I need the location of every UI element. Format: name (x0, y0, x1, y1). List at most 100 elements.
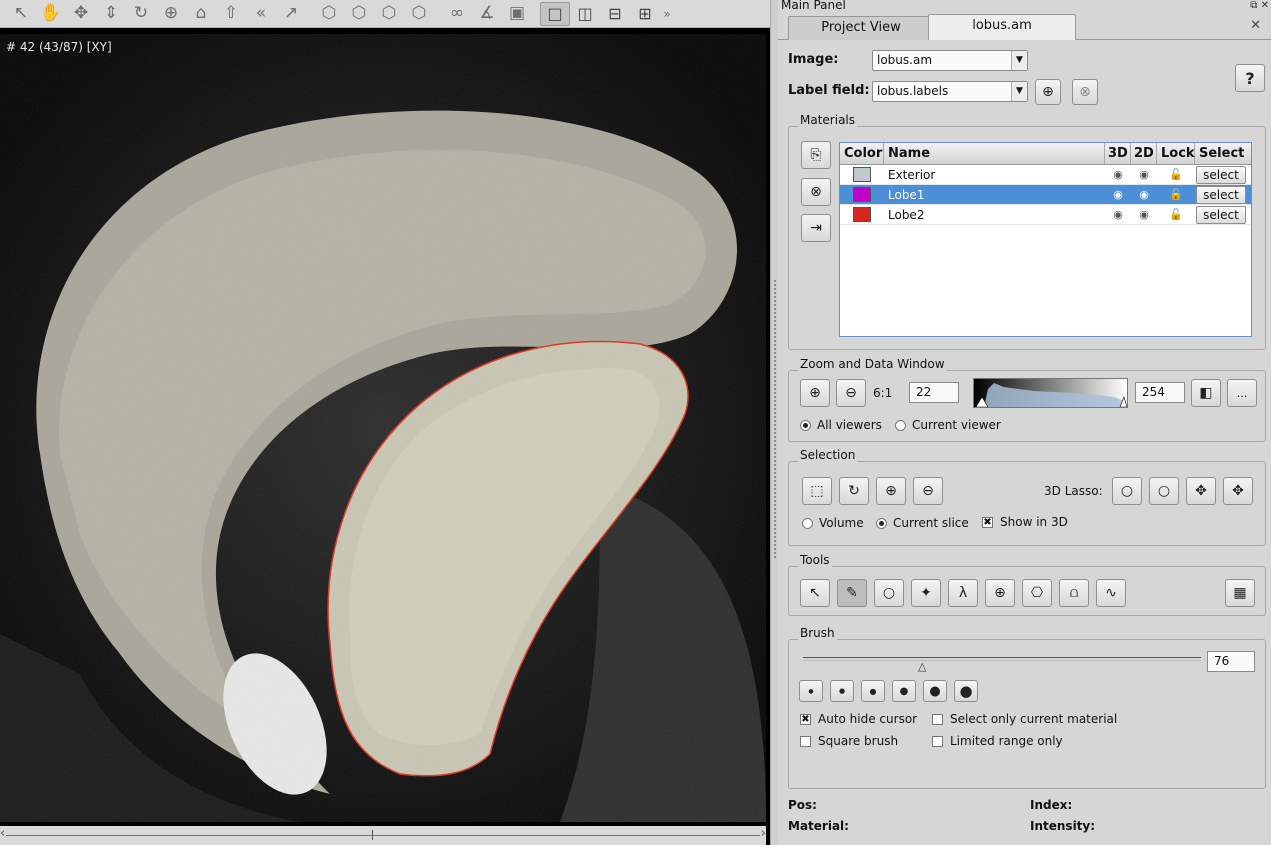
toolbar-overflow-button[interactable]: » (660, 1, 674, 27)
scroll-right-icon[interactable]: › (761, 826, 766, 841)
horizontal-scrollbar[interactable]: ‹ › (0, 826, 766, 845)
propagating-contour-button[interactable]: λ (948, 579, 978, 607)
material-color-swatch[interactable] (853, 207, 871, 222)
brush-size-2-button[interactable]: ● (830, 680, 854, 702)
snapshot-icon[interactable]: ▣ (502, 1, 532, 27)
material-select-button[interactable]: select (1196, 205, 1246, 224)
lasso-add-button[interactable]: ○ (1112, 477, 1142, 505)
scroll-left-icon[interactable]: ‹ (0, 826, 5, 841)
more-options-button[interactable]: ... (1227, 379, 1257, 407)
eye-3d-icon[interactable]: ◉ (1105, 168, 1131, 181)
crosshair-icon[interactable]: ⊕ (156, 1, 186, 27)
image-select[interactable]: lobus.am ▼ (872, 50, 1028, 71)
material-color-swatch[interactable] (853, 167, 871, 182)
remove-label-field-button[interactable]: ⊗ (1072, 79, 1098, 105)
view-xyz-icon[interactable]: ⬡ (404, 1, 434, 27)
lock-icon[interactable]: 🔓 (1157, 168, 1195, 181)
brush-size-slider[interactable] (803, 657, 1201, 661)
grid-tool-button[interactable]: ▦ (1225, 579, 1255, 607)
material-row[interactable]: Lobe2 ◉ ◉ 🔓 select (840, 205, 1251, 225)
stereo-icon[interactable]: ∞ (442, 1, 472, 27)
pointer-icon[interactable]: ↖ (6, 1, 36, 27)
assign-material-button[interactable]: ⇥ (801, 214, 831, 242)
add-label-field-button[interactable]: ⊕ (1035, 79, 1061, 105)
eye-2d-icon[interactable]: ◉ (1131, 208, 1157, 221)
slice-viewer[interactable]: # 42 (43/87) [XY] (0, 34, 766, 822)
two-rows-button[interactable]: ⊟ (600, 2, 630, 26)
material-name[interactable]: Lobe1 (884, 188, 1105, 202)
lasso-subtract-button[interactable]: ○ (1149, 477, 1179, 505)
radio-volume[interactable]: Volume (802, 516, 864, 530)
translate-icon[interactable]: ⇕ (96, 1, 126, 27)
pick-icon[interactable]: ↗ (276, 1, 306, 27)
material-color-cell[interactable] (840, 207, 884, 222)
zoom-in-button[interactable]: ⊕ (800, 379, 830, 407)
move-icon[interactable]: ✥ (66, 1, 96, 27)
view-y-icon[interactable]: ⬡ (344, 1, 374, 27)
col-color[interactable]: Color (840, 143, 884, 164)
check-show-in-3d[interactable]: ✖ Show in 3D (982, 515, 1068, 529)
brush-size-input[interactable]: 76 (1207, 651, 1255, 672)
remove-material-button[interactable]: ⊗ (801, 178, 831, 206)
back-icon[interactable]: « (246, 1, 276, 27)
material-color-swatch[interactable] (853, 187, 871, 202)
material-name[interactable]: Lobe2 (884, 208, 1105, 222)
tab-lobus-am[interactable]: lobus.am (928, 14, 1076, 40)
brush-size-3-button[interactable]: ● (861, 680, 885, 702)
rotate-icon[interactable]: ↻ (126, 1, 156, 27)
lasso-expand-button[interactable]: ✥ (1223, 477, 1253, 505)
top-hat-tool-button[interactable]: ⩍ (1059, 579, 1089, 607)
label-field-select[interactable]: lobus.labels ▼ (872, 81, 1028, 102)
invert-selection-button[interactable]: ↻ (839, 477, 869, 505)
add-selection-button[interactable]: ⊕ (876, 477, 906, 505)
brush-size-6-button[interactable]: ● (954, 680, 978, 702)
two-columns-button[interactable]: ◫ (570, 2, 600, 26)
zoom-out-button[interactable]: ⊖ (836, 379, 866, 407)
histogram-data-window[interactable] (973, 378, 1128, 408)
brush-size-5-button[interactable]: ● (923, 680, 947, 702)
col-name[interactable]: Name (884, 143, 1105, 164)
clear-selection-button[interactable]: ⬚ (802, 477, 832, 505)
col-lock[interactable]: Lock (1157, 143, 1195, 164)
close-tab-icon[interactable]: ✕ (1250, 18, 1261, 33)
col-select[interactable]: Select (1195, 143, 1247, 164)
material-row[interactable]: Lobe1 ◉ ◉ 🔓 select (840, 185, 1251, 205)
material-select-button[interactable]: select (1196, 165, 1246, 184)
material-color-cell[interactable] (840, 167, 884, 182)
measure-icon[interactable]: ∡ (472, 1, 502, 27)
pointer-tool-button[interactable]: ↖ (800, 579, 830, 607)
magic-wand-tool-button[interactable]: ✦ (911, 579, 941, 607)
check-auto-hide-cursor[interactable]: ✖ Auto hide cursor (800, 712, 917, 726)
eye-3d-icon[interactable]: ◉ (1105, 188, 1131, 201)
lock-icon[interactable]: 🔓 (1157, 208, 1195, 221)
lock-icon[interactable]: 🔓 (1157, 188, 1195, 201)
material-name[interactable]: Exterior (884, 168, 1105, 182)
single-view-button[interactable]: □ (540, 1, 570, 26)
subtract-selection-button[interactable]: ⊖ (913, 477, 943, 505)
check-limited-range[interactable]: Limited range only (932, 734, 1063, 748)
eye-2d-icon[interactable]: ◉ (1131, 168, 1157, 181)
col-3d[interactable]: 3D (1105, 143, 1131, 164)
colormap-button[interactable]: ◧ (1191, 379, 1221, 407)
watershed-tool-button[interactable]: ∿ (1096, 579, 1126, 607)
eye-2d-icon[interactable]: ◉ (1131, 188, 1157, 201)
col-2d[interactable]: 2D (1131, 143, 1157, 164)
material-color-cell[interactable] (840, 187, 884, 202)
panel-splitter[interactable] (770, 0, 778, 845)
check-select-only-current[interactable]: Select only current material (932, 712, 1117, 726)
brush-size-slider-handle[interactable]: △ (918, 660, 926, 673)
scroll-thumb[interactable] (372, 830, 373, 840)
add-material-button[interactable]: ⎘ (801, 141, 831, 169)
window-float-close-icons[interactable]: ⧉ ✕ (1250, 0, 1269, 11)
blow-tool-button[interactable]: ⊕ (985, 579, 1015, 607)
help-button[interactable]: ? (1235, 64, 1265, 92)
radio-current-viewer[interactable]: Current viewer (895, 418, 1001, 432)
brush-tool-button[interactable]: ✎ (837, 579, 867, 607)
radio-all-viewers[interactable]: All viewers (800, 418, 882, 432)
tab-project-view[interactable]: Project View (788, 16, 934, 40)
check-square-brush[interactable]: Square brush (800, 734, 898, 748)
four-views-button[interactable]: ⊞ (630, 2, 660, 26)
set-home-icon[interactable]: ⇧ (216, 1, 246, 27)
brush-size-4-button[interactable]: ● (892, 680, 916, 702)
view-x-icon[interactable]: ⬡ (314, 1, 344, 27)
